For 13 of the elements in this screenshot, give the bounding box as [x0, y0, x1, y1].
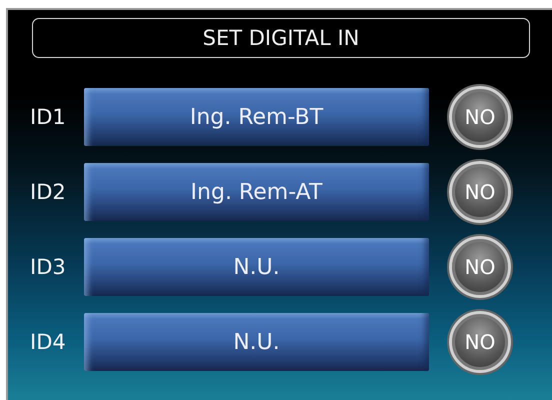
- input-label: ID4: [29, 330, 67, 354]
- function-button[interactable]: Ing. Rem-BT: [84, 88, 429, 146]
- mode-button[interactable]: NO: [449, 236, 511, 298]
- function-button[interactable]: Ing. Rem-AT: [84, 163, 429, 221]
- input-label: ID1: [29, 105, 67, 129]
- mode-button[interactable]: NO: [449, 86, 511, 148]
- mode-button[interactable]: NO: [449, 161, 511, 223]
- input-label: ID2: [29, 180, 67, 204]
- screen-title: SET DIGITAL IN: [32, 18, 530, 58]
- mode-button[interactable]: NO: [449, 311, 511, 373]
- function-button[interactable]: N.U.: [84, 313, 429, 371]
- input-label: ID3: [29, 255, 67, 279]
- function-button[interactable]: N.U.: [84, 238, 429, 296]
